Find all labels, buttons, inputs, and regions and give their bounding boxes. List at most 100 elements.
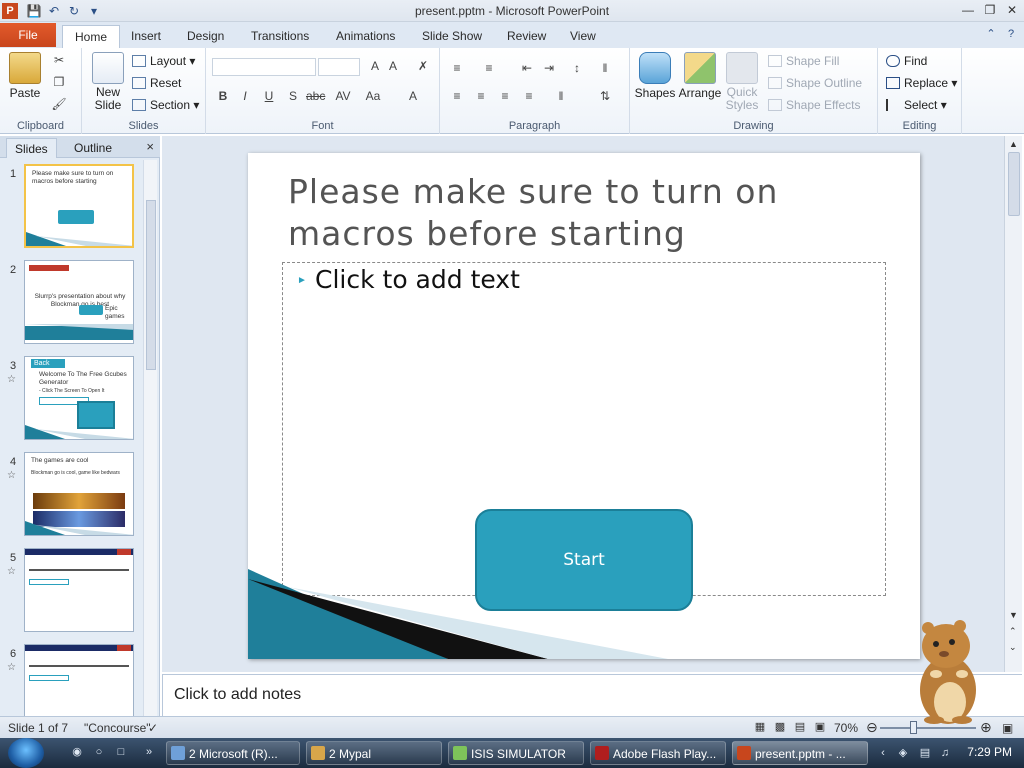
spell-check-icon[interactable]: ✓ [148, 721, 158, 735]
scroll-up-arrow-icon[interactable]: ▲ [1009, 139, 1018, 149]
editor-scrollbar[interactable]: ▲ ▼ ⌃ ⌄ [1004, 136, 1022, 672]
shrink-font-icon[interactable]: A [384, 58, 402, 74]
system-clock[interactable]: 7:29 PM [967, 745, 1012, 759]
slide-thumbnail-row[interactable]: 1 Please make sure to turn on macros bef… [0, 164, 142, 252]
new-slide-button[interactable]: New Slide [88, 52, 128, 112]
reset-button[interactable]: Reset [132, 76, 181, 90]
shape-fill-button[interactable]: Shape Fill [768, 54, 839, 68]
notes-pane[interactable]: Click to add notes [162, 674, 1022, 716]
taskbar-item-microsoft[interactable]: 2 Microsoft (R)... [166, 741, 300, 765]
slide-sorter-icon[interactable]: ▩ [772, 720, 788, 735]
minimize-icon[interactable]: — [960, 2, 976, 18]
tab-file[interactable]: File [0, 23, 56, 47]
slide-thumbnail-row[interactable]: 2 Slurrp's presentation about why Blockm… [0, 260, 142, 348]
text-direction-icon[interactable]: ⇅ [596, 88, 614, 104]
tab-outline-panel[interactable]: Outline [66, 138, 120, 158]
replace-button[interactable]: Replace ▾ [886, 76, 957, 90]
slide-thumbnail[interactable]: Please make sure to turn on macros befor… [24, 164, 134, 248]
reading-view-icon[interactable]: ▤ [792, 720, 808, 735]
arrange-button[interactable]: Arrange [678, 52, 722, 100]
tab-slide-show[interactable]: Slide Show [410, 25, 494, 48]
align-right-icon[interactable]: ≡ [496, 88, 514, 104]
slide-show-icon[interactable]: ▣ [812, 720, 828, 735]
maximize-icon[interactable]: ❐ [982, 2, 998, 18]
slide-thumbnail-row[interactable]: 5 ☆ [0, 548, 142, 636]
slide-thumbnail[interactable]: Slurrp's presentation about why Blockman… [24, 260, 134, 344]
layout-button[interactable]: Layout ▾ [132, 54, 195, 68]
help-icon[interactable]: ? [1004, 27, 1018, 41]
bold-icon[interactable]: B [214, 88, 232, 104]
slide-thumbnail[interactable]: Back Welcome To The Free Gcubes Generato… [24, 356, 134, 440]
shadow-icon[interactable]: S [284, 88, 302, 104]
grow-font-icon[interactable]: A [366, 58, 384, 74]
previous-slide-icon[interactable]: ⌃ [1009, 626, 1017, 637]
underline-icon[interactable]: U [260, 88, 278, 104]
explorer-quicklaunch-icon[interactable]: ○ [92, 745, 106, 759]
paste-button[interactable]: Paste [6, 52, 44, 100]
zoom-out-icon[interactable]: ⊖ [866, 719, 878, 736]
tab-review[interactable]: Review [495, 25, 558, 48]
start-orb[interactable] [8, 738, 44, 768]
font-size-combo[interactable] [318, 58, 360, 76]
zoom-slider[interactable] [880, 727, 976, 729]
collapse-ribbon-icon[interactable]: ⌃ [984, 27, 998, 41]
line-spacing-icon[interactable]: ↕ [568, 60, 586, 76]
clear-formatting-icon[interactable]: ✗ [414, 58, 432, 74]
fit-to-window-icon[interactable]: ▣ [1002, 721, 1013, 735]
quicklaunch-expand-icon[interactable]: » [142, 745, 156, 759]
slides-panel-scrollbar[interactable] [143, 160, 157, 716]
justify-icon[interactable]: ≡ [520, 88, 538, 104]
tab-view[interactable]: View [558, 25, 608, 48]
increase-indent-icon[interactable]: ⇥ [540, 60, 558, 76]
align-center-icon[interactable]: ≡ [472, 88, 490, 104]
change-case-icon[interactable]: Aa [364, 88, 382, 104]
content-placeholder[interactable]: ► Click to add text Start [282, 262, 886, 611]
next-slide-icon[interactable]: ⌄ [1009, 642, 1017, 653]
taskbar-item-powerpoint[interactable]: present.pptm - ... [732, 741, 868, 765]
decrease-indent-icon[interactable]: ⇤ [518, 60, 536, 76]
tab-insert[interactable]: Insert [119, 25, 173, 48]
tab-transitions[interactable]: Transitions [239, 25, 321, 48]
close-icon[interactable]: ✕ [1004, 2, 1020, 18]
copy-icon[interactable]: ❐ [50, 74, 68, 90]
network-icon[interactable]: ▤ [918, 746, 932, 760]
tray-expand-icon[interactable]: ‹ [876, 746, 890, 760]
numbering-icon[interactable]: ≡ [480, 60, 498, 76]
columns-icon[interactable]: ‖ [596, 60, 614, 76]
taskbar-item-mypal[interactable]: 2 Mypal [306, 741, 442, 765]
scrollbar-thumb[interactable] [1008, 152, 1020, 216]
tray-app-icon[interactable]: ◈ [896, 746, 910, 760]
slide-thumbnail-row[interactable]: 6 ☆ [0, 644, 142, 716]
scrollbar-thumb[interactable] [146, 200, 156, 370]
cut-icon[interactable]: ✂ [50, 52, 68, 68]
bullets-icon[interactable]: ≡ [448, 60, 466, 76]
current-slide[interactable]: Please make sure to turn on macros befor… [248, 153, 920, 659]
column-layout-icon[interactable]: ‖ [552, 88, 570, 104]
slide-thumbnail[interactable]: The games are cool Blockman go is cool, … [24, 452, 134, 536]
show-desktop-icon[interactable]: □ [114, 745, 128, 759]
select-button[interactable]: Select ▾ [886, 98, 947, 112]
font-color-icon[interactable]: A [404, 88, 422, 104]
slide-thumbnail[interactable] [24, 548, 134, 632]
strikethrough-icon[interactable]: abc [306, 88, 325, 104]
scroll-down-arrow-icon[interactable]: ▼ [1009, 610, 1018, 620]
align-left-icon[interactable]: ≡ [448, 88, 466, 104]
section-button[interactable]: Section ▾ [132, 98, 199, 112]
character-spacing-icon[interactable]: AV [334, 88, 352, 104]
format-painter-icon[interactable]: 🖌 [50, 96, 68, 112]
slide-thumbnail-row[interactable]: 3 ☆ Back Welcome To The Free Gcubes Gene… [0, 356, 142, 444]
slide-thumbnail-row[interactable]: 4 ☆ The games are cool Blockman go is co… [0, 452, 142, 540]
italic-icon[interactable]: I [236, 88, 254, 104]
normal-view-icon[interactable]: ▦ [752, 720, 768, 735]
tab-slides-panel[interactable]: Slides [6, 138, 57, 158]
firefox-quicklaunch-icon[interactable]: ◉ [70, 745, 84, 759]
font-family-combo[interactable] [212, 58, 316, 76]
shape-outline-button[interactable]: Shape Outline [768, 76, 862, 90]
volume-icon[interactable]: ♫ [938, 746, 952, 760]
taskbar-item-isis[interactable]: ISIS SIMULATOR [448, 741, 584, 765]
quick-styles-button[interactable]: Quick Styles [724, 52, 760, 112]
slide-title[interactable]: Please make sure to turn on macros befor… [288, 171, 848, 255]
zoom-level[interactable]: 70% [834, 721, 858, 735]
taskbar-item-flash[interactable]: Adobe Flash Play... [590, 741, 726, 765]
find-button[interactable]: Find [886, 54, 927, 68]
